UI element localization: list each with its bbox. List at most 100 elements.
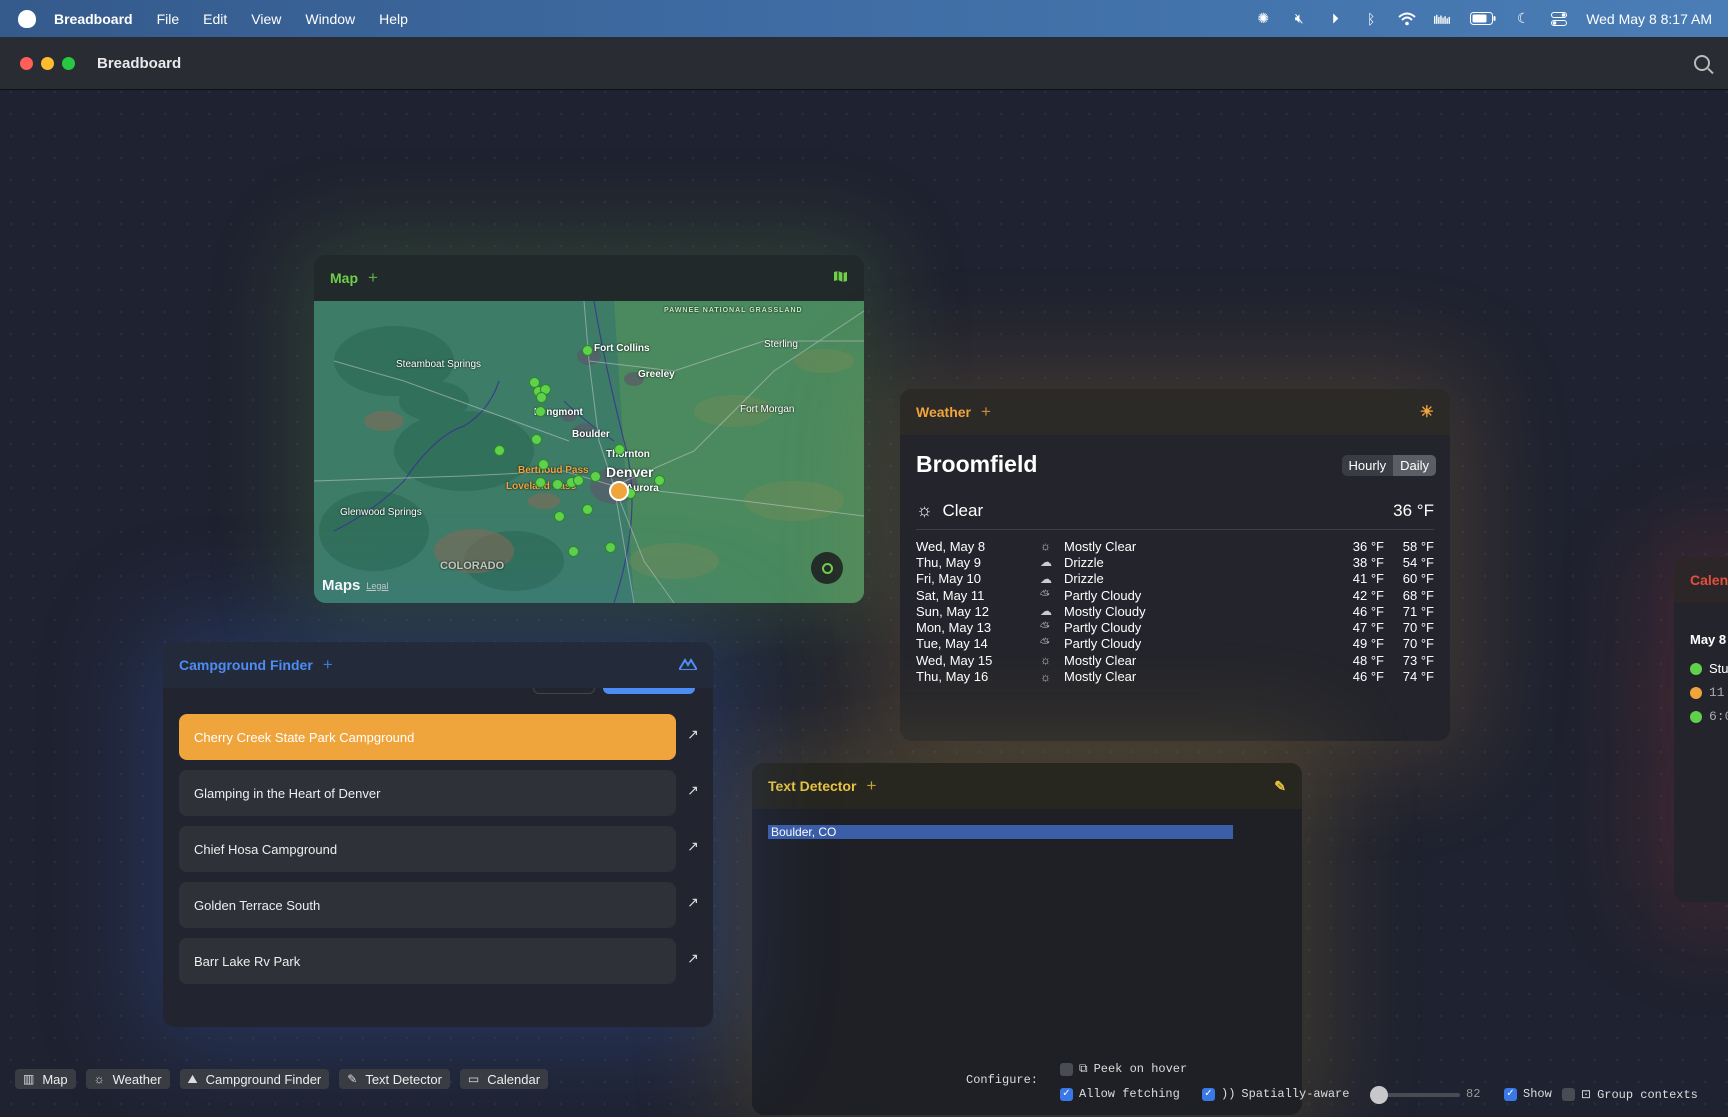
event-label[interactable]: 11 bbox=[1709, 685, 1725, 700]
forecast-row: Mon, May 13 ⛅︎ Partly Cloudy 47 °F 70 °F bbox=[916, 619, 1434, 635]
spatially-aware-option[interactable]: ✓ )) Spatially-aware bbox=[1202, 1087, 1349, 1101]
minimize-window-button[interactable] bbox=[41, 56, 54, 70]
menu-help[interactable]: Help bbox=[379, 11, 408, 27]
battery-icon[interactable] bbox=[1470, 12, 1496, 26]
menu-app-name[interactable]: Breadboard bbox=[54, 11, 133, 27]
map-search-button[interactable] bbox=[811, 552, 843, 584]
selected-campground-pin[interactable] bbox=[609, 481, 629, 501]
legal-link[interactable]: Legal bbox=[366, 581, 388, 591]
dock-map-button[interactable]: ▥ Map bbox=[15, 1069, 76, 1089]
zoom-window-button[interactable] bbox=[62, 56, 75, 70]
campground-item[interactable]: Golden Terrace South bbox=[179, 882, 676, 928]
mountains-icon: ⛰︎ bbox=[187, 1071, 198, 1086]
aperture-icon[interactable]: ✺ bbox=[1254, 10, 1272, 26]
campground-pin[interactable] bbox=[582, 345, 593, 356]
menu-edit[interactable]: Edit bbox=[203, 11, 227, 27]
map-label-denver[interactable]: Denver bbox=[606, 464, 653, 480]
bluetooth-icon[interactable]: ᛒ bbox=[1362, 11, 1380, 27]
control-center-icon[interactable] bbox=[1550, 11, 1568, 26]
map-label-fort-morgan[interactable]: Fort Morgan bbox=[740, 404, 794, 415]
campground-pin[interactable] bbox=[590, 471, 601, 482]
map-label-fort-collins[interactable]: Fort Collins bbox=[594, 343, 650, 354]
map-label-state: COLORADO bbox=[440, 560, 505, 572]
weather-card: Weather + ☀ Broomfield Hourly Daily ☼ Cl… bbox=[900, 389, 1450, 741]
campground-item[interactable]: Barr Lake Rv Park bbox=[179, 938, 676, 984]
peek-on-hover-option[interactable]: ⧉ Peek on hover bbox=[1060, 1062, 1187, 1076]
group-contexts-label: Group contexts bbox=[1597, 1087, 1698, 1102]
campground-pin[interactable] bbox=[554, 511, 565, 522]
peek-on-hover-checkbox[interactable] bbox=[1060, 1062, 1073, 1076]
campground-pin[interactable] bbox=[552, 479, 563, 490]
map-label-glenwood[interactable]: Glenwood Springs bbox=[340, 507, 422, 518]
campground-pin[interactable] bbox=[582, 504, 593, 515]
campground-card-title: Campground Finder bbox=[179, 657, 313, 673]
open-external-icon[interactable]: ↗ bbox=[683, 782, 703, 802]
campground-pin[interactable] bbox=[654, 475, 665, 486]
filter-button-partial[interactable] bbox=[533, 688, 595, 694]
add-icon[interactable]: + bbox=[323, 655, 333, 675]
menu-clock[interactable]: Wed May 8 8:17 AM bbox=[1586, 11, 1712, 27]
add-icon[interactable]: + bbox=[981, 402, 991, 422]
menu-file[interactable]: File bbox=[157, 11, 180, 27]
campground-pin[interactable] bbox=[535, 406, 546, 417]
dock-campground-button[interactable]: ⛰︎ Campground Finder bbox=[179, 1069, 330, 1089]
campground-pin[interactable] bbox=[538, 459, 549, 470]
search-icon[interactable] bbox=[1694, 55, 1710, 71]
show-option[interactable]: ✓ Show bbox=[1504, 1087, 1552, 1101]
allow-fetching-checkbox[interactable]: ✓ bbox=[1060, 1087, 1073, 1101]
group-icon: ⊡ bbox=[1581, 1088, 1592, 1102]
campground-pin[interactable] bbox=[605, 542, 616, 553]
apple-icon[interactable] bbox=[18, 9, 36, 28]
mute-icon[interactable]: 🔇︎ bbox=[1290, 10, 1308, 26]
moon-icon[interactable]: ☾ bbox=[1514, 10, 1532, 26]
menu-view[interactable]: View bbox=[251, 11, 281, 27]
open-external-icon[interactable]: ↗ bbox=[683, 950, 703, 970]
add-icon[interactable]: + bbox=[866, 776, 876, 796]
dock-text-detector-button[interactable]: ✎ Text Detector bbox=[339, 1069, 450, 1089]
hourly-tab[interactable]: Hourly bbox=[1342, 455, 1394, 476]
open-external-icon[interactable]: ↗ bbox=[683, 838, 703, 858]
add-icon[interactable]: + bbox=[368, 268, 378, 288]
forecast-low: 38 °F bbox=[1352, 554, 1384, 570]
event-label[interactable]: 6:0 bbox=[1709, 709, 1728, 724]
wifi-icon[interactable] bbox=[1398, 12, 1416, 26]
search-button-partial[interactable] bbox=[603, 688, 695, 694]
forecast-condition: Mostly Clear bbox=[1064, 652, 1137, 668]
slider-knob[interactable] bbox=[1370, 1086, 1388, 1104]
dock-calendar-button[interactable]: ▭ Calendar bbox=[459, 1069, 549, 1089]
allow-fetching-option[interactable]: ✓ Allow fetching bbox=[1060, 1087, 1180, 1101]
menu-window[interactable]: Window bbox=[305, 11, 355, 27]
map-label-sterling[interactable]: Sterling bbox=[764, 339, 798, 350]
drizzle-icon: ☁ bbox=[1040, 571, 1052, 586]
daily-tab[interactable]: Daily bbox=[1393, 455, 1436, 476]
spatially-aware-checkbox[interactable]: ✓ bbox=[1202, 1087, 1215, 1101]
open-external-icon[interactable]: ↗ bbox=[683, 726, 703, 746]
group-contexts-option[interactable]: ⊡ Group contexts bbox=[1562, 1087, 1698, 1102]
close-window-button[interactable] bbox=[20, 56, 33, 70]
campground-pin[interactable] bbox=[535, 477, 546, 488]
map-label-boulder[interactable]: Boulder bbox=[572, 429, 610, 440]
group-contexts-checkbox[interactable] bbox=[1562, 1088, 1575, 1101]
open-external-icon[interactable]: ↗ bbox=[683, 894, 703, 914]
campground-pin[interactable] bbox=[614, 444, 625, 455]
play-circle-icon[interactable]: ⏵ bbox=[1326, 10, 1344, 26]
campground-pin[interactable] bbox=[494, 445, 505, 456]
card-dock: ▥ Map ☼ Weather ⛰︎ Campground Finder ✎ Text … bbox=[15, 1069, 549, 1089]
campground-pin[interactable] bbox=[536, 392, 547, 403]
campground-pin[interactable] bbox=[531, 434, 542, 445]
map-label-thornton[interactable]: Thornton bbox=[606, 449, 650, 460]
campground-item[interactable]: Glamping in the Heart of Denver bbox=[179, 770, 676, 816]
event-label[interactable]: Stu bbox=[1709, 661, 1728, 676]
campground-pin[interactable] bbox=[568, 546, 579, 557]
show-checkbox[interactable]: ✓ bbox=[1504, 1087, 1517, 1101]
awareness-slider[interactable] bbox=[1370, 1086, 1460, 1104]
map-view[interactable]: PAWNEE NATIONAL GRASSLAND Fort Collins S… bbox=[314, 301, 864, 603]
dock-weather-button[interactable]: ☼ Weather bbox=[85, 1069, 170, 1089]
map-label-steamboat[interactable]: Steamboat Springs bbox=[396, 359, 481, 370]
campground-item[interactable]: Cherry Creek State Park Campground bbox=[179, 714, 676, 760]
campground-item[interactable]: Chief Hosa Campground bbox=[179, 826, 676, 872]
campground-pin[interactable] bbox=[573, 475, 584, 486]
detected-text[interactable]: Boulder, CO bbox=[768, 825, 1233, 839]
map-label-greeley[interactable]: Greeley bbox=[638, 369, 675, 380]
audio-meter-icon[interactable] bbox=[1434, 12, 1452, 26]
